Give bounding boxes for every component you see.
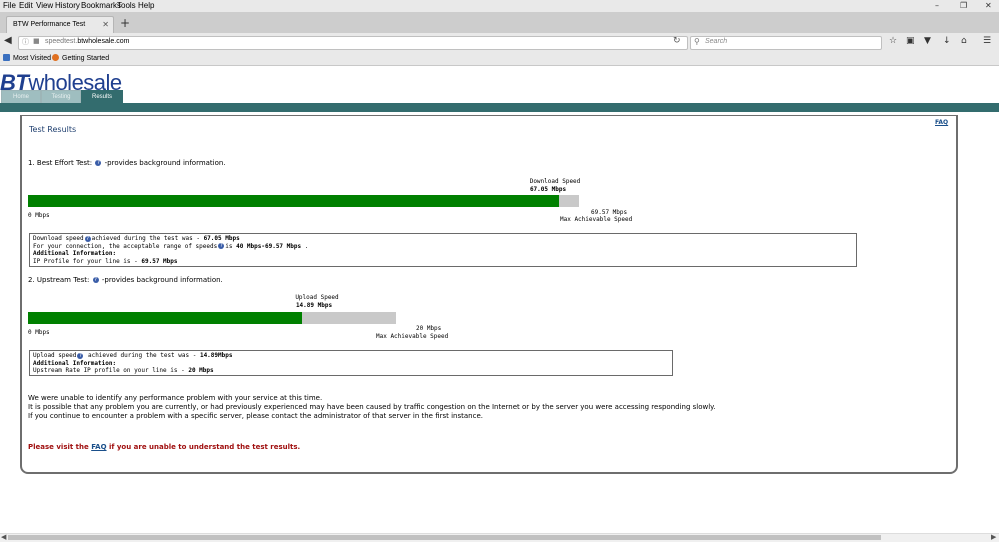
performance-message-1: We were unable to identify any performan…	[28, 394, 323, 402]
download-value: 67.05 Mbps	[529, 186, 567, 193]
help-icon[interactable]: ?	[218, 243, 225, 249]
download-progress-bar	[28, 195, 579, 207]
help-icon[interactable]: ?	[95, 160, 102, 166]
menu-view[interactable]: View	[36, 1, 53, 10]
back-arrow-icon[interactable]: ◀	[4, 35, 12, 46]
upload-max-caption: Max Achievable Speed	[376, 333, 449, 340]
tab-testing[interactable]: Testing	[41, 90, 81, 103]
tab-title: BTW Performance Test	[13, 21, 86, 28]
download-max-value: 69.57 Mbps	[591, 209, 628, 216]
search-icon: ⚲	[694, 37, 700, 46]
clipboard-icon[interactable]: ▣	[906, 36, 915, 46]
bookmarks-bar	[0, 51, 999, 66]
menu-bar: File Edit View History Bookmarks Tools H…	[0, 0, 999, 12]
speed-range-line: For your connection, the acceptable rang…	[33, 242, 309, 250]
hamburger-menu-icon[interactable]: ☰	[983, 36, 991, 46]
tab-strip	[0, 12, 999, 34]
additional-info-heading: Additional Information:	[33, 250, 117, 257]
info-icon[interactable]: ⓘ	[22, 37, 29, 47]
search-placeholder: Search	[705, 38, 728, 45]
header-bar	[0, 103, 999, 112]
upload-progress-bar	[28, 312, 396, 324]
help-icon[interactable]: ?	[77, 352, 84, 359]
upstream-profile-line: Upstream Rate IP profile on your line is…	[33, 367, 214, 374]
tab-results[interactable]: Results	[81, 90, 123, 103]
menu-file[interactable]: File	[3, 1, 16, 10]
download-info-line: Download speed? achieved during the test …	[33, 235, 240, 242]
menu-tools[interactable]: Tools	[117, 1, 136, 10]
page-title: Test Results	[29, 125, 77, 134]
help-icon[interactable]: ?	[92, 277, 99, 283]
menu-bookmarks[interactable]: Bookmarks	[81, 1, 121, 10]
firefox-icon	[52, 54, 59, 61]
tab-home[interactable]: Home	[1, 90, 41, 103]
bookmark-getting-started[interactable]: Getting Started	[62, 55, 109, 62]
upload-info-line: Upload speed? achieved during the test w…	[33, 352, 233, 359]
download-info-box: Download speed? achieved during the test …	[29, 233, 857, 267]
download-progress-fill	[28, 195, 560, 207]
new-tab-icon[interactable]: +	[120, 16, 130, 30]
scroll-left-arrow-icon[interactable]: ◀	[1, 533, 6, 541]
performance-message-3: If you continue to encounter a problem w…	[28, 412, 483, 420]
most-visited-icon	[3, 54, 10, 61]
bookmark-most-visited[interactable]: Most Visited	[13, 55, 51, 62]
faq-inline-link[interactable]: FAQ	[91, 443, 106, 451]
pocket-icon[interactable]: ▼	[924, 36, 931, 46]
lock-icon: ■	[33, 37, 40, 45]
close-icon[interactable]: ✕	[102, 20, 109, 29]
reload-icon[interactable]: ↻	[673, 36, 681, 46]
url-text[interactable]: speedtest.btwholesale.com	[45, 38, 129, 45]
help-icon[interactable]: ?	[84, 235, 91, 242]
visit-faq-message: Please visit the FAQ if you are unable t…	[28, 443, 301, 451]
upload-max-value: 20 Mbps	[416, 325, 442, 332]
menu-edit[interactable]: Edit	[19, 1, 33, 10]
download-caption: Download Speed	[529, 178, 581, 185]
additional-info-heading: Additional Information:	[33, 359, 117, 367]
upload-value: 14.89 Mbps	[295, 302, 333, 309]
ip-profile-line: IP Profile for your line is - 69.57 Mbps	[33, 257, 178, 265]
upload-progress-fill	[28, 312, 302, 324]
download-icon[interactable]: ↓	[943, 36, 951, 46]
upload-min-label: 0 Mbps	[28, 329, 50, 336]
home-icon[interactable]: ⌂	[961, 36, 967, 46]
browser-tab[interactable]: BTW Performance Test ✕	[6, 16, 114, 34]
star-icon[interactable]: ☆	[889, 36, 897, 46]
download-max-caption: Max Achievable Speed	[560, 216, 633, 223]
best-effort-label: 1. Best Effort Test: ? -provides backgro…	[28, 159, 226, 167]
scrollbar-thumb[interactable]	[8, 535, 881, 540]
menu-help[interactable]: Help	[138, 1, 154, 10]
upload-info-box: Upload speed? achieved during the test w…	[29, 350, 673, 376]
minimize-icon[interactable]: –	[935, 1, 939, 10]
upstream-label: 2. Upstream Test: ? -provides background…	[28, 276, 223, 284]
faq-link[interactable]: FAQ	[935, 119, 948, 126]
menu-history[interactable]: History	[55, 1, 80, 10]
scroll-right-arrow-icon[interactable]: ▶	[991, 533, 996, 541]
upload-caption: Upload Speed	[295, 294, 339, 301]
performance-message-2: It is possible that any problem you are …	[28, 403, 716, 411]
window-close-icon[interactable]: ✕	[985, 1, 992, 10]
maximize-icon[interactable]: ❐	[960, 1, 967, 10]
download-min-label: 0 Mbps	[28, 212, 50, 219]
